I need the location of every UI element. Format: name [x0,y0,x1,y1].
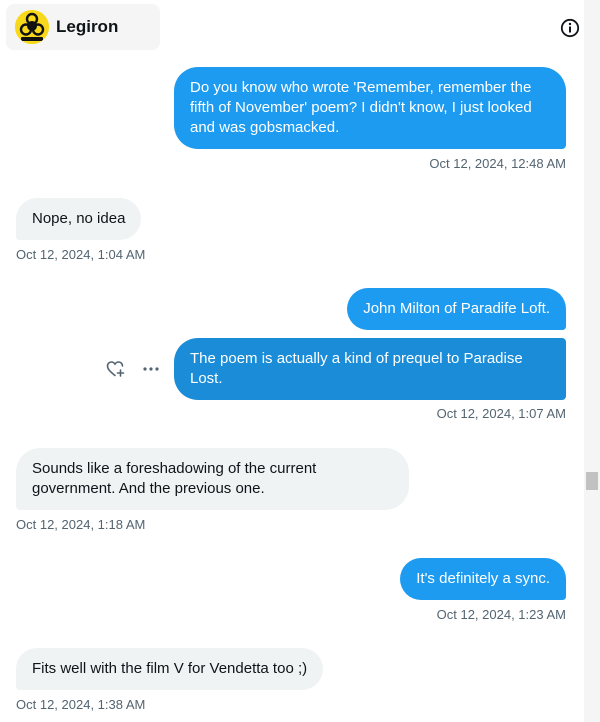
heart-plus-icon [106,361,125,377]
message-timestamp: Oct 12, 2024, 1:18 AM [16,517,146,532]
info-button[interactable] [559,17,581,39]
react-button[interactable] [106,360,126,383]
scrollbar-thumb[interactable] [586,472,598,490]
conversation-title[interactable]: Legiron [56,17,118,37]
message-bubble-incoming[interactable]: Nope, no idea [16,198,142,240]
scrollbar[interactable] [584,0,600,722]
message-timestamp: Oct 12, 2024, 1:38 AM [16,697,146,712]
message-timestamp: Oct 12, 2024, 1:07 AM [436,406,566,421]
conversation-header: Legiron [0,0,600,54]
biohazard-icon [15,10,49,44]
message-timestamp: Oct 12, 2024, 12:48 AM [429,156,566,171]
info-icon [560,18,580,38]
message-timestamp: Oct 12, 2024, 1:04 AM [16,247,146,262]
message-bubble-outgoing[interactable]: It's definitely a sync. [400,558,566,600]
message-bubble-outgoing[interactable]: Do you know who wrote 'Remember, remembe… [174,67,566,149]
dm-conversation: Legiron Do you know who wrote 'Remember,… [0,0,600,722]
avatar[interactable] [15,10,49,44]
message-bubble-outgoing[interactable]: John Milton of Paradife Loft. [347,288,566,330]
more-horizontal-icon [143,367,159,371]
message-bubble-incoming[interactable]: Sounds like a foreshadowing of the curre… [16,448,409,510]
message-timestamp: Oct 12, 2024, 1:23 AM [436,607,566,622]
message-bubble-outgoing[interactable]: The poem is actually a kind of prequel t… [174,338,566,400]
more-button[interactable] [142,360,160,383]
message-bubble-incoming[interactable]: Fits well with the film V for Vendetta t… [16,648,324,690]
